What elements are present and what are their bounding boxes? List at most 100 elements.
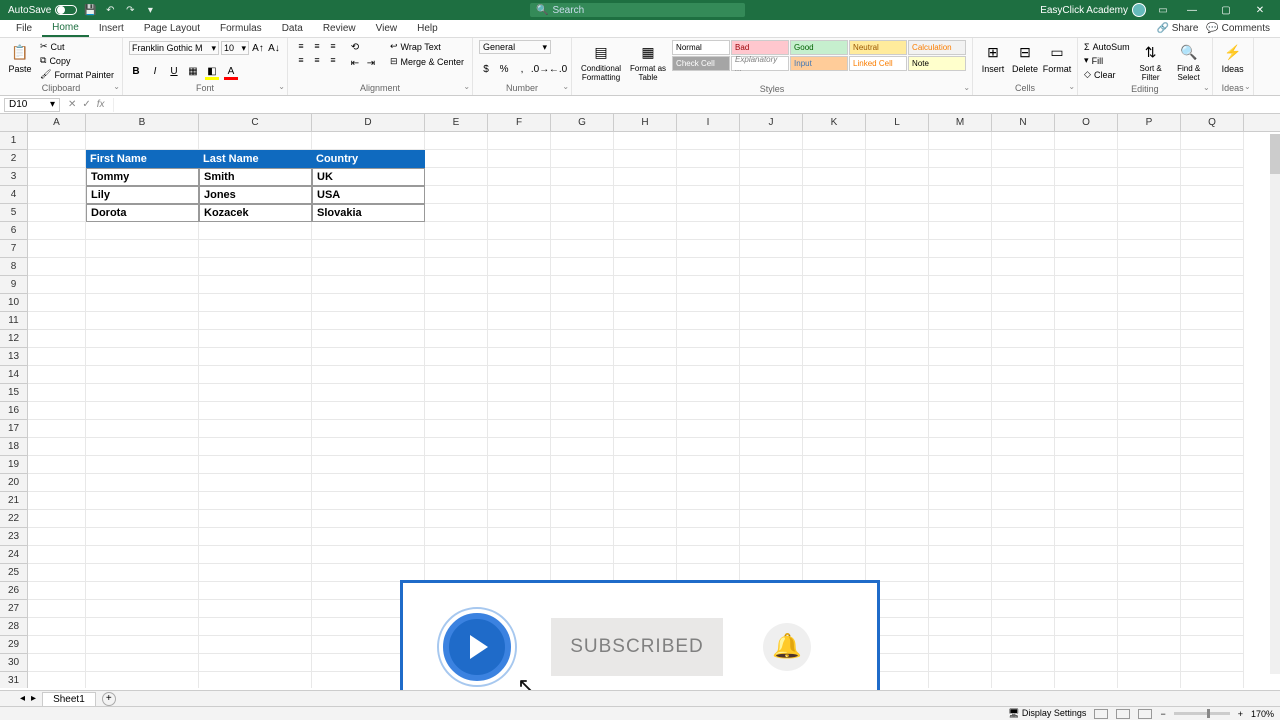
zoom-level[interactable]: 170% <box>1251 709 1274 719</box>
cell-G11[interactable] <box>551 312 614 330</box>
cell-I20[interactable] <box>677 474 740 492</box>
cell-B11[interactable] <box>86 312 199 330</box>
tab-home[interactable]: Home <box>42 20 89 37</box>
col-header-K[interactable]: K <box>803 114 866 131</box>
minimize-button[interactable]: — <box>1180 5 1204 16</box>
cell-Q4[interactable] <box>1181 186 1244 204</box>
cell-C30[interactable] <box>199 654 312 672</box>
cell-J3[interactable] <box>740 168 803 186</box>
row-header-27[interactable]: 27 <box>0 600 28 618</box>
cell-C28[interactable] <box>199 618 312 636</box>
cell-I18[interactable] <box>677 438 740 456</box>
cell-F3[interactable] <box>488 168 551 186</box>
cell-E6[interactable] <box>425 222 488 240</box>
cell-F11[interactable] <box>488 312 551 330</box>
cell-Q30[interactable] <box>1181 654 1244 672</box>
formula-input[interactable] <box>113 98 1280 112</box>
sheet-tab-1[interactable]: Sheet1 <box>42 692 96 706</box>
cell-H23[interactable] <box>614 528 677 546</box>
cell-E18[interactable] <box>425 438 488 456</box>
cell-L6[interactable] <box>866 222 929 240</box>
cell-D13[interactable] <box>312 348 425 366</box>
cell-N10[interactable] <box>992 294 1055 312</box>
cell-M15[interactable] <box>929 384 992 402</box>
view-page-layout-button[interactable] <box>1116 709 1130 719</box>
style-linked-cell[interactable]: Linked Cell <box>849 56 907 71</box>
cell-P27[interactable] <box>1118 600 1181 618</box>
cell-N7[interactable] <box>992 240 1055 258</box>
cell-E1[interactable] <box>425 132 488 150</box>
cell-D2[interactable]: Country <box>312 150 425 168</box>
cell-C11[interactable] <box>199 312 312 330</box>
cell-F7[interactable] <box>488 240 551 258</box>
cell-C14[interactable] <box>199 366 312 384</box>
row-header-13[interactable]: 13 <box>0 348 28 366</box>
style-note[interactable]: Note <box>908 56 966 71</box>
cell-J11[interactable] <box>740 312 803 330</box>
cell-I22[interactable] <box>677 510 740 528</box>
cell-N18[interactable] <box>992 438 1055 456</box>
col-header-C[interactable]: C <box>199 114 312 131</box>
cell-H1[interactable] <box>614 132 677 150</box>
cell-O22[interactable] <box>1055 510 1118 528</box>
cell-D19[interactable] <box>312 456 425 474</box>
sheet-nav-next[interactable]: ▸ <box>31 693 36 704</box>
cell-F17[interactable] <box>488 420 551 438</box>
cell-A1[interactable] <box>28 132 86 150</box>
cell-Q7[interactable] <box>1181 240 1244 258</box>
col-header-L[interactable]: L <box>866 114 929 131</box>
cell-K15[interactable] <box>803 384 866 402</box>
cell-B5[interactable]: Dorota <box>86 204 199 222</box>
cell-P13[interactable] <box>1118 348 1181 366</box>
cell-H8[interactable] <box>614 258 677 276</box>
cell-G7[interactable] <box>551 240 614 258</box>
tab-help[interactable]: Help <box>407 21 448 36</box>
col-header-D[interactable]: D <box>312 114 425 131</box>
cell-O12[interactable] <box>1055 330 1118 348</box>
cell-B19[interactable] <box>86 456 199 474</box>
share-button[interactable]: 🔗 Share <box>1156 23 1198 34</box>
zoom-in-button[interactable]: + <box>1238 709 1243 719</box>
cell-A27[interactable] <box>28 600 86 618</box>
row-header-6[interactable]: 6 <box>0 222 28 240</box>
style-good[interactable]: Good <box>790 40 848 55</box>
cell-F8[interactable] <box>488 258 551 276</box>
row-header-16[interactable]: 16 <box>0 402 28 420</box>
format-painter-button[interactable]: 🖌Format Painter <box>38 68 116 81</box>
cell-A23[interactable] <box>28 528 86 546</box>
cell-M13[interactable] <box>929 348 992 366</box>
cell-O24[interactable] <box>1055 546 1118 564</box>
cell-J23[interactable] <box>740 528 803 546</box>
cell-B24[interactable] <box>86 546 199 564</box>
cell-K1[interactable] <box>803 132 866 150</box>
style-explanatory[interactable]: Explanatory ... <box>731 56 789 71</box>
cell-I16[interactable] <box>677 402 740 420</box>
cell-I7[interactable] <box>677 240 740 258</box>
col-header-F[interactable]: F <box>488 114 551 131</box>
cell-E16[interactable] <box>425 402 488 420</box>
cell-C31[interactable] <box>199 672 312 688</box>
cell-Q20[interactable] <box>1181 474 1244 492</box>
zoom-slider[interactable] <box>1174 712 1230 715</box>
cell-P23[interactable] <box>1118 528 1181 546</box>
col-header-P[interactable]: P <box>1118 114 1181 131</box>
add-sheet-button[interactable]: + <box>102 692 116 706</box>
cell-P25[interactable] <box>1118 564 1181 582</box>
cell-I15[interactable] <box>677 384 740 402</box>
row-header-21[interactable]: 21 <box>0 492 28 510</box>
cell-A19[interactable] <box>28 456 86 474</box>
cell-N9[interactable] <box>992 276 1055 294</box>
cell-C13[interactable] <box>199 348 312 366</box>
cell-J20[interactable] <box>740 474 803 492</box>
cell-O2[interactable] <box>1055 150 1118 168</box>
cell-O8[interactable] <box>1055 258 1118 276</box>
cell-F10[interactable] <box>488 294 551 312</box>
cell-Q6[interactable] <box>1181 222 1244 240</box>
cell-G12[interactable] <box>551 330 614 348</box>
cell-I21[interactable] <box>677 492 740 510</box>
row-header-1[interactable]: 1 <box>0 132 28 150</box>
row-header-4[interactable]: 4 <box>0 186 28 204</box>
cell-P10[interactable] <box>1118 294 1181 312</box>
cell-D1[interactable] <box>312 132 425 150</box>
cell-Q19[interactable] <box>1181 456 1244 474</box>
